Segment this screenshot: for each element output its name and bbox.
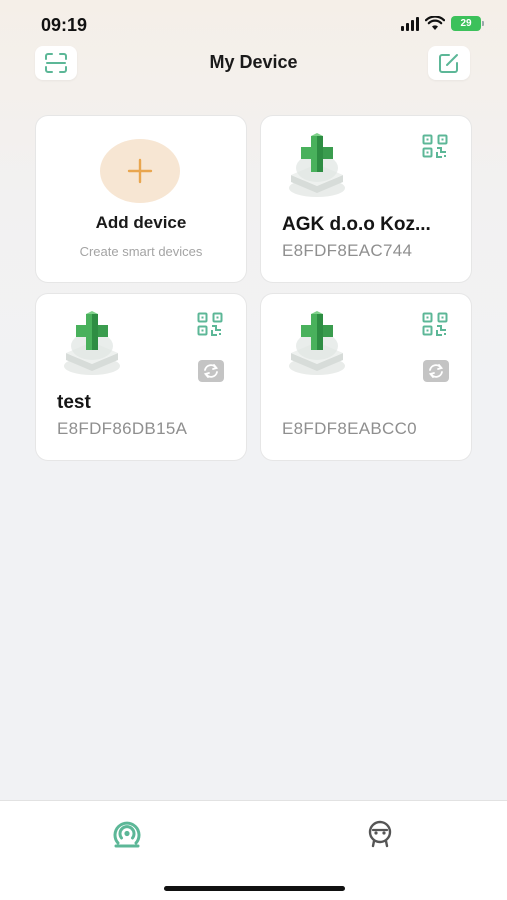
device-card[interactable]: E8FDF8EABCC0 — [261, 294, 471, 460]
device-image — [64, 311, 120, 375]
status-icons: 29 — [401, 16, 484, 31]
tab-bar — [0, 800, 507, 900]
qr-code-icon[interactable] — [197, 312, 223, 336]
add-circle — [100, 139, 180, 203]
device-image — [289, 311, 345, 375]
device-card[interactable]: AGK d.o.o Koz... E8FDF8EAC744 — [261, 116, 471, 282]
status-bar: 09:19 29 — [0, 0, 507, 44]
device-card[interactable]: test E8FDF86DB15A — [36, 294, 246, 460]
sync-icon[interactable] — [198, 360, 224, 382]
battery-level: 29 — [460, 18, 472, 29]
qr-code-icon[interactable] — [422, 134, 448, 158]
qr-code-icon[interactable] — [422, 312, 448, 336]
device-name: AGK d.o.o Koz... — [282, 214, 431, 235]
home-indicator — [164, 886, 345, 891]
header: My Device — [0, 44, 507, 84]
device-grid: Add device Create smart devices AGK d.o.… — [36, 116, 471, 460]
device-id: E8FDF86DB15A — [57, 419, 188, 438]
device-id: E8FDF8EABCC0 — [282, 419, 417, 438]
tab-home[interactable] — [107, 817, 147, 851]
add-device-card[interactable]: Add device Create smart devices — [36, 116, 246, 282]
add-device-title: Add device — [95, 213, 187, 232]
plus-icon — [127, 158, 153, 184]
device-name: test — [57, 392, 91, 413]
robot-profile-icon — [368, 820, 392, 848]
device-image — [289, 133, 345, 197]
edit-button[interactable] — [428, 46, 470, 80]
signal-icon — [401, 16, 419, 31]
edit-icon — [439, 54, 458, 73]
battery-icon: 29 — [451, 16, 484, 31]
my-device-screen: 09:19 29 My Device Add device Create sma… — [0, 0, 507, 900]
sync-icon[interactable] — [423, 360, 449, 382]
home-target-icon — [113, 821, 141, 848]
tab-profile[interactable] — [360, 817, 400, 851]
device-id: E8FDF8EAC744 — [282, 241, 413, 260]
add-device-subtitle: Create smart devices — [79, 244, 203, 259]
wifi-icon — [425, 16, 445, 30]
status-time: 09:19 — [41, 15, 88, 35]
